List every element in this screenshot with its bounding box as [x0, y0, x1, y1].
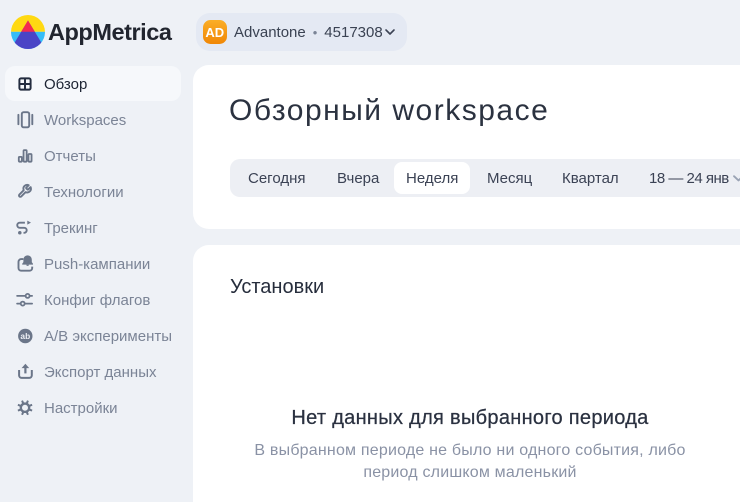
- svg-text:ab: ab: [20, 331, 30, 341]
